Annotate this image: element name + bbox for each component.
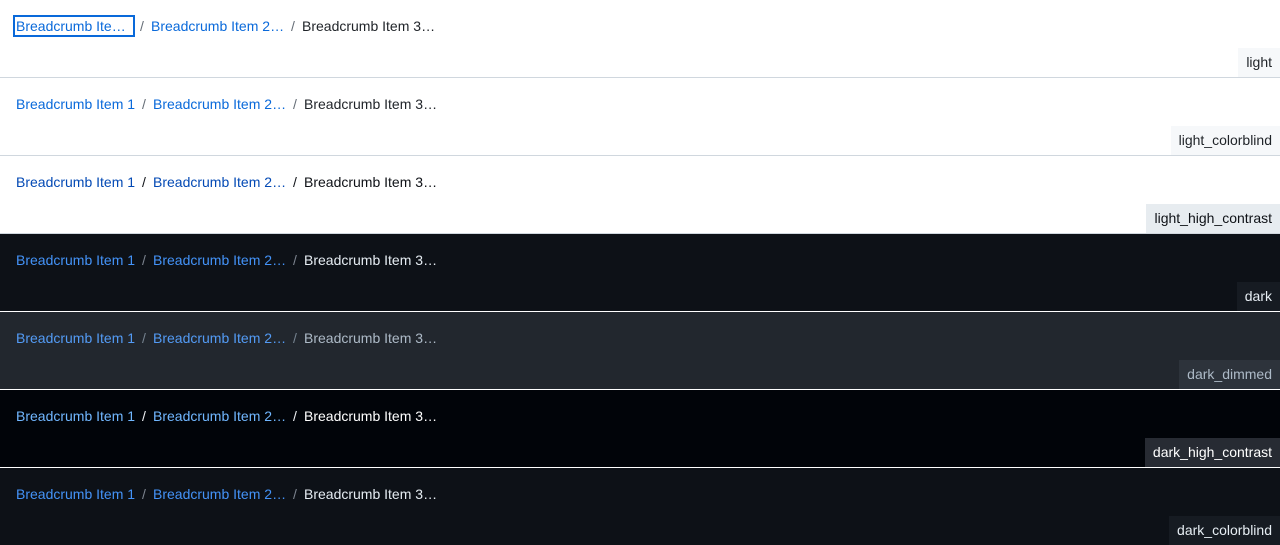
breadcrumb-item-1[interactable]: Breadcrumb Item 1: [16, 406, 136, 426]
breadcrumb-item-1[interactable]: Breadcrumb Item 1: [16, 484, 136, 504]
breadcrumb-item-2[interactable]: Breadcrumb Item 2 with a long label: [153, 328, 287, 348]
breadcrumb-item-3-current[interactable]: Breadcrumb Item 3 current page: [304, 94, 438, 114]
breadcrumb-separator: /: [293, 330, 297, 346]
theme-label: dark: [1236, 282, 1280, 311]
breadcrumb-item-2[interactable]: Breadcrumb Item 2 with a long label: [153, 406, 287, 426]
breadcrumb-item-2[interactable]: Breadcrumb Item 2 with a long label: [153, 94, 287, 114]
breadcrumb-item-3-current[interactable]: Breadcrumb Item 3 current page: [304, 172, 438, 192]
theme-panel-light-high-contrast: Breadcrumb Item 1 / Breadcrumb Item 2 wi…: [0, 156, 1280, 234]
breadcrumb-separator: /: [293, 486, 297, 502]
breadcrumb-separator: /: [293, 408, 297, 424]
breadcrumb: Breadcrumb Item 1 / Breadcrumb Item 2 wi…: [16, 94, 438, 114]
breadcrumb: Breadcrumb Item 1 / Breadcrumb Item 2 wi…: [16, 172, 438, 192]
breadcrumb: Breadcrumb Item 1 / Breadcrumb Item 2 wi…: [16, 328, 438, 348]
breadcrumb-item-2[interactable]: Breadcrumb Item 2 with a long label: [153, 172, 287, 192]
breadcrumb-separator: /: [142, 486, 146, 502]
breadcrumb-item-3-current[interactable]: Breadcrumb Item 3 current page: [304, 406, 438, 426]
breadcrumb-separator: /: [142, 174, 146, 190]
breadcrumb-item-3-current[interactable]: Breadcrumb Item 3 current page: [302, 16, 436, 36]
breadcrumb: Breadcrumb Item 1 / Breadcrumb Item 2 wi…: [16, 406, 438, 426]
breadcrumb-separator: /: [142, 96, 146, 112]
breadcrumb-separator: /: [142, 330, 146, 346]
breadcrumb-item-1[interactable]: Breadcrumb Item 1: [13, 15, 135, 37]
breadcrumb: Breadcrumb Item 1 / Breadcrumb Item 2 wi…: [16, 484, 438, 504]
breadcrumb-item-2[interactable]: Breadcrumb Item 2 with a long label: [153, 484, 287, 504]
theme-panel-light: Breadcrumb Item 1 / Breadcrumb Item 2 wi…: [0, 0, 1280, 78]
theme-panel-light-colorblind: Breadcrumb Item 1 / Breadcrumb Item 2 wi…: [0, 78, 1280, 156]
breadcrumb-separator: /: [142, 252, 146, 268]
breadcrumb-separator: /: [140, 18, 144, 34]
theme-panel-dark-dimmed: Breadcrumb Item 1 / Breadcrumb Item 2 wi…: [0, 312, 1280, 390]
theme-panel-dark-colorblind: Breadcrumb Item 1 / Breadcrumb Item 2 wi…: [0, 468, 1280, 545]
breadcrumb-separator: /: [293, 174, 297, 190]
theme-label: light_colorblind: [1170, 126, 1280, 155]
breadcrumb-item-2[interactable]: Breadcrumb Item 2 with a long label: [151, 16, 285, 36]
breadcrumb-item-3-current[interactable]: Breadcrumb Item 3 current page: [304, 484, 438, 504]
theme-label: dark_dimmed: [1179, 360, 1280, 389]
breadcrumb-item-2[interactable]: Breadcrumb Item 2 with a long label: [153, 250, 287, 270]
breadcrumb-separator: /: [293, 252, 297, 268]
breadcrumb-separator: /: [291, 18, 295, 34]
theme-panel-dark-high-contrast: Breadcrumb Item 1 / Breadcrumb Item 2 wi…: [0, 390, 1280, 468]
theme-label: dark_high_contrast: [1144, 438, 1280, 467]
theme-label: light: [1238, 48, 1280, 77]
breadcrumb-item-3-current[interactable]: Breadcrumb Item 3 current page: [304, 250, 438, 270]
breadcrumb-separator: /: [142, 408, 146, 424]
breadcrumb-separator: /: [293, 96, 297, 112]
breadcrumb-item-1[interactable]: Breadcrumb Item 1: [16, 94, 136, 114]
theme-label: light_high_contrast: [1146, 204, 1280, 233]
breadcrumb: Breadcrumb Item 1 / Breadcrumb Item 2 wi…: [16, 250, 438, 270]
breadcrumb-item-1[interactable]: Breadcrumb Item 1: [16, 250, 136, 270]
breadcrumb-item-1[interactable]: Breadcrumb Item 1: [16, 328, 136, 348]
breadcrumb: Breadcrumb Item 1 / Breadcrumb Item 2 wi…: [13, 15, 436, 37]
theme-panel-dark: Breadcrumb Item 1 / Breadcrumb Item 2 wi…: [0, 234, 1280, 312]
breadcrumb-item-1[interactable]: Breadcrumb Item 1: [16, 172, 136, 192]
breadcrumb-item-3-current[interactable]: Breadcrumb Item 3 current page: [304, 328, 438, 348]
theme-label: dark_colorblind: [1169, 516, 1280, 545]
